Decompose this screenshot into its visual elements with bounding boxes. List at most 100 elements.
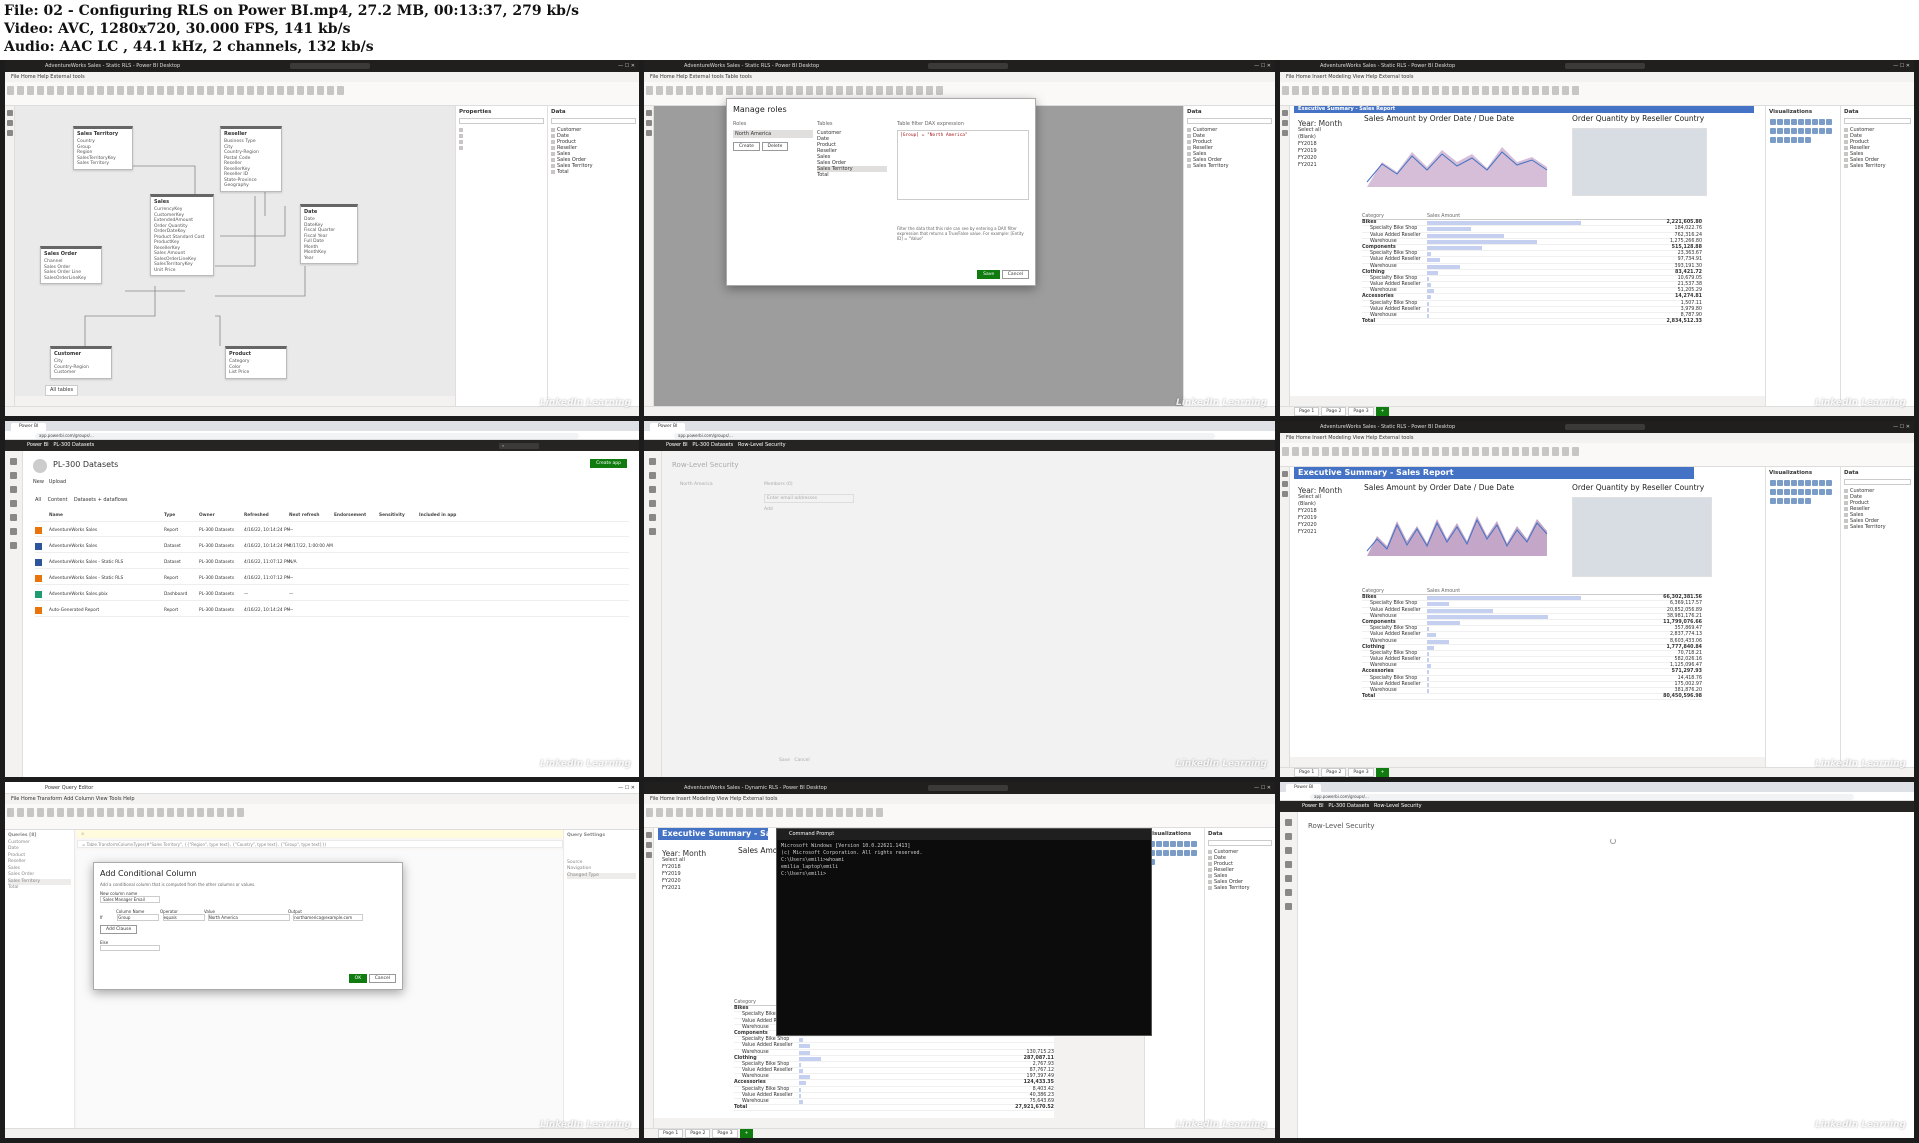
table-card[interactable]: Reseller Business Type City Country-Region P…	[220, 126, 282, 192]
item-name-link[interactable]: AdventureWorks Sales	[49, 540, 97, 553]
data-bar	[799, 1050, 810, 1055]
dax-filter-input[interactable]: [Group] = "North America"	[897, 130, 1029, 200]
workspace-icon	[33, 459, 47, 473]
create-role-button[interactable]: Create	[733, 142, 760, 151]
menu-bar[interactable]: File Home Help External tools Table tool…	[644, 72, 1275, 82]
model-canvas[interactable]: Sales Territory Country Group Region SalesTe…	[15, 106, 455, 396]
table-card[interactable]: Sales Order Channel Sales Order Sales Order…	[40, 246, 102, 284]
search-box[interactable]	[290, 63, 371, 69]
command-prompt-window[interactable]: Command Prompt Microsoft Windows [Versio…	[776, 828, 1152, 1036]
rls-role[interactable]: North America	[680, 481, 713, 488]
pbi-topbar: Power BI PL-300 Datasets ⌕	[5, 440, 639, 451]
data-bar	[1427, 682, 1430, 687]
rls-add-button[interactable]: Add	[764, 506, 854, 513]
manage-roles-dialog: Manage roles Roles North America Create …	[726, 98, 1036, 286]
data-pane[interactable]: Data Customer Date Product Reseller Sales Sal…	[547, 106, 639, 406]
table-card[interactable]: Customer City Country-Region Customer	[50, 346, 112, 379]
file-info-header: File: 02 - Configuring RLS on Power BI.m…	[0, 0, 1919, 60]
role-item[interactable]: North America	[733, 130, 813, 138]
item-name-link[interactable]: Auto-Generated Report	[49, 604, 99, 617]
new-column-name-input[interactable]: Sales Manager Email	[100, 896, 160, 903]
year-slicer[interactable]: Year: Month Select all (Blank) FY2018 FY201…	[1298, 487, 1342, 536]
tab-all-tables[interactable]: All tables	[45, 385, 79, 396]
else-input[interactable]	[100, 945, 160, 951]
rls-cancel-button[interactable]: Cancel	[794, 758, 809, 763]
item-name-link[interactable]: AdventureWorks Sales.pbix	[49, 588, 108, 601]
content-row[interactable]: AdventureWorks Sales.pbix Dashboard PL-300…	[35, 588, 629, 601]
report-canvas[interactable]: Executive Summary - Sales Report Year: M…	[1290, 106, 1765, 396]
add-clause-button[interactable]: Add Clause	[100, 925, 138, 934]
content-row[interactable]: AdventureWorks Sales - Static RLS Report P…	[35, 572, 629, 585]
browser-tabs[interactable]: Power BI	[5, 421, 639, 431]
window-controls[interactable]: — ☐ ✕	[618, 60, 635, 72]
roles-label: Roles	[733, 121, 747, 127]
table-card[interactable]: Product Category Color List Price	[225, 346, 287, 379]
ok-button[interactable]: OK	[348, 974, 368, 983]
value-input[interactable]: North America	[207, 914, 290, 921]
add-page-button[interactable]: +	[1375, 407, 1390, 416]
content-row[interactable]: AdventureWorks Sales - Static RLS Dataset…	[35, 556, 629, 569]
data-bar	[1427, 239, 1537, 244]
item-name-link[interactable]: AdventureWorks Sales - Static RLS	[49, 556, 123, 569]
dialog-title: Manage roles	[733, 105, 787, 114]
rls-email-input[interactable]: Enter email addresses	[764, 494, 854, 503]
report-banner: Executive Summary - Sales Report	[1294, 106, 1754, 113]
content-row[interactable]: AdventureWorks Sales Dataset PL-300 Datase…	[35, 540, 629, 553]
search-input[interactable]: ⌕	[499, 442, 539, 449]
tile-rls-settings: Power BI app.powerbi.com/groups/... Powe…	[644, 421, 1275, 777]
data-bar	[799, 1044, 810, 1049]
tile-command-prompt: AdventureWorks Sales - Dynamic RLS - Pow…	[644, 782, 1275, 1138]
new-button[interactable]: New	[33, 479, 44, 485]
data-search[interactable]	[551, 118, 636, 124]
data-pane[interactable]: Data Customer Date Product Reseller Sales Sal…	[1840, 106, 1914, 406]
workspace-title: PL-300 Datasets	[53, 460, 119, 469]
output-input[interactable]: northamerica@example.com	[293, 914, 364, 921]
ribbon[interactable]	[5, 82, 639, 106]
table-card[interactable]: Sales Territory Country Group Region SalesTe…	[73, 126, 133, 170]
address-bar[interactable]: app.powerbi.com/groups/...	[5, 431, 639, 440]
line-chart[interactable]	[1362, 132, 1552, 192]
sales-matrix[interactable]: Category Sales Amount Bikes 2,221,605.80 Spe…	[1362, 214, 1702, 326]
table-card[interactable]: Date Date DateKey Fiscal Quarter Fiscal Year…	[300, 204, 358, 264]
loading-spinner-icon	[1610, 838, 1616, 844]
matrix-row[interactable]: Total 2,834,512.33	[1362, 319, 1702, 326]
visualizations-pane[interactable]: Visualizations	[1765, 106, 1840, 406]
table-item[interactable]: Total	[817, 172, 887, 178]
matrix-row[interactable]: Total 27,921,670.52	[734, 1105, 1054, 1112]
delete-role-button[interactable]: Delete	[761, 142, 789, 151]
reseller-map[interactable]	[1572, 497, 1712, 577]
year-slicer[interactable]: Year: Month Select all (Blank) FY2018 FY201…	[1298, 120, 1342, 169]
content-row[interactable]: AdventureWorks Sales Report PL-300 Dataset…	[35, 524, 629, 537]
item-type-icon	[35, 591, 42, 598]
item-type-icon	[35, 527, 42, 534]
sales-matrix[interactable]: Category Sales Amount Bikes 66,302,381.56 Sp…	[1362, 589, 1702, 701]
item-name-link[interactable]: AdventureWorks Sales - Static RLS	[49, 572, 123, 585]
column-select[interactable]: Group	[117, 914, 160, 921]
table-card[interactable]: Sales CurrencyKey CustomerKey ExtendedAmoun…	[150, 194, 214, 276]
line-chart-title: Sales Amount by Order Date / Due Date	[1364, 114, 1515, 123]
data-bar	[1427, 314, 1430, 318]
item-type-icon	[35, 607, 42, 614]
cancel-button[interactable]: Cancel	[368, 974, 396, 983]
data-bar	[1427, 614, 1548, 619]
create-app-button[interactable]: Create app	[590, 459, 627, 468]
menu-bar[interactable]: File Home Transform Add Column View Tool…	[5, 794, 639, 804]
reseller-map[interactable]	[1572, 128, 1707, 196]
map-title: Order Quantity by Reseller Country	[1572, 114, 1705, 123]
cancel-button[interactable]: Cancel	[1001, 270, 1029, 279]
menu-bar[interactable]: File Home Help External tools	[5, 72, 639, 82]
view-rail[interactable]	[5, 106, 15, 406]
command-prompt-output[interactable]: Microsoft Windows [Version 10.0.22621.14…	[777, 840, 1151, 881]
item-name-link[interactable]: AdventureWorks Sales	[49, 524, 97, 537]
matrix-row[interactable]: Total 80,450,596.98	[1362, 694, 1702, 701]
operator-select[interactable]: equals	[162, 914, 205, 921]
properties-pane[interactable]: Properties	[455, 106, 547, 406]
content-row[interactable]: Auto-Generated Report Report PL-300 Datase…	[35, 604, 629, 617]
data-bar	[799, 1100, 804, 1104]
line-chart[interactable]	[1362, 501, 1552, 561]
upload-button[interactable]: Upload	[49, 479, 67, 485]
rls-save-button[interactable]: Save	[779, 758, 790, 763]
window-titlebar: AdventureWorks Sales - Static RLS - Powe…	[5, 60, 639, 72]
save-button[interactable]: Save	[977, 270, 1001, 279]
nav-rail[interactable]	[5, 451, 23, 777]
